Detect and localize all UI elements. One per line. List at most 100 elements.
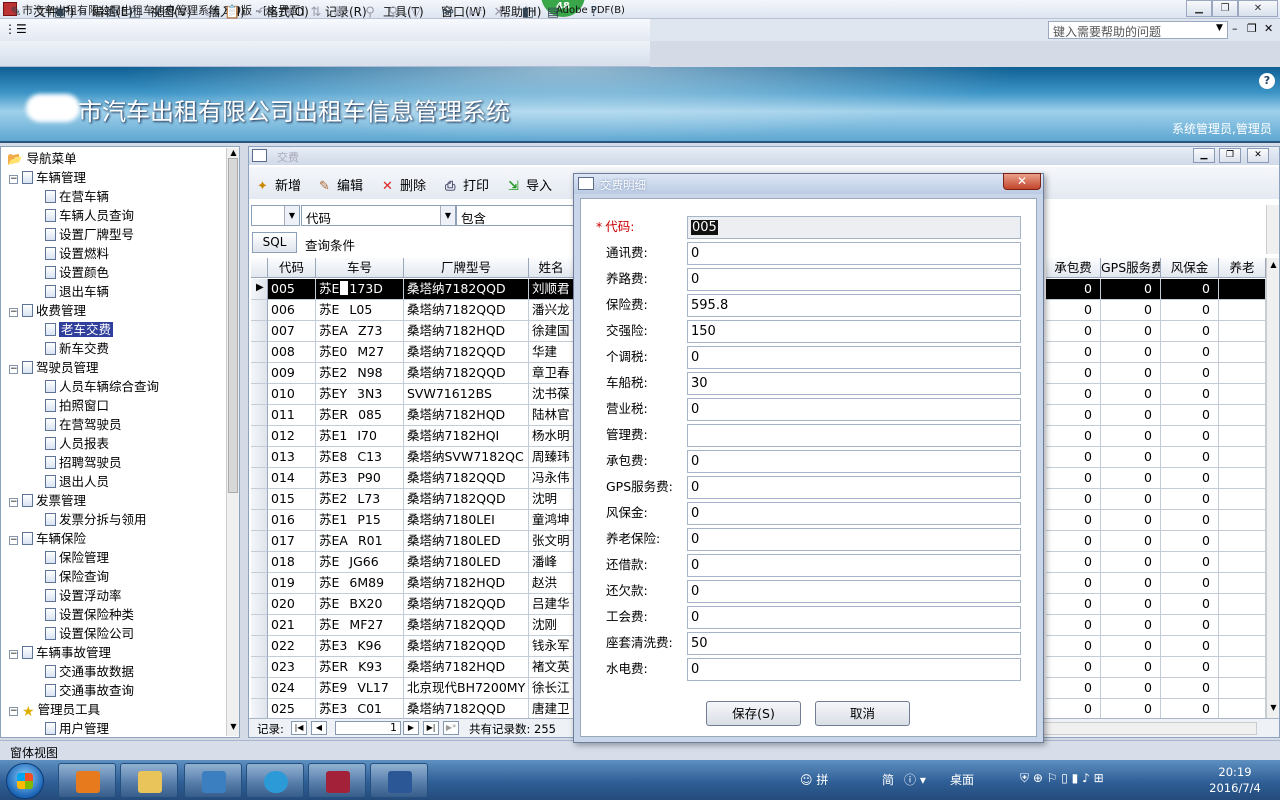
cell-fee[interactable] <box>1219 468 1266 489</box>
cell-name[interactable]: 赵洪 <box>529 573 574 594</box>
nav-root[interactable]: 📂 导航菜单 <box>7 149 77 168</box>
new-record-nav-icon[interactable]: ▶* <box>443 721 459 735</box>
cell-name[interactable]: 潘兴龙 <box>529 300 574 321</box>
ime-help-icon[interactable]: ⓘ ▾ <box>904 771 926 788</box>
new-record-icon[interactable]: ▸* <box>468 5 484 21</box>
sort-descending-icon[interactable]: ⇵ <box>331 5 347 21</box>
cell-code[interactable]: 005 <box>268 279 316 300</box>
cell-model[interactable]: 桑塔纳7182QQD <box>404 489 529 510</box>
cell-fee[interactable]: 0 <box>1101 468 1161 489</box>
cell-fee[interactable]: 0 <box>1161 342 1219 363</box>
cell-model[interactable]: 桑塔纳7182QQD <box>404 594 529 615</box>
cell-fee[interactable] <box>1219 636 1266 657</box>
cell-fee[interactable] <box>1219 615 1266 636</box>
field-input[interactable]: 0 <box>687 268 1021 291</box>
delete-button[interactable]: ✕ 删除 <box>382 175 426 194</box>
taskbar-word[interactable] <box>370 763 428 798</box>
cell-model[interactable]: 桑塔纳7182QQD <box>404 300 529 321</box>
cell-fee[interactable]: 0 <box>1046 594 1101 615</box>
save-button[interactable]: 保存(S) <box>706 701 801 726</box>
cell-fee[interactable]: 0 <box>1101 384 1161 405</box>
cell-fee[interactable]: 0 <box>1161 594 1219 615</box>
cell-fee[interactable]: 0 <box>1161 657 1219 678</box>
cell-fee[interactable]: 0 <box>1046 489 1101 510</box>
cell-plate[interactable]: 苏EA R01 <box>316 531 404 552</box>
cell-model[interactable]: 桑塔纳7182QQD <box>404 468 529 489</box>
collapse-icon[interactable]: − <box>9 536 18 545</box>
cell-name[interactable]: 童鸿坤 <box>529 510 574 531</box>
nav-item[interactable]: 车辆人员查询 <box>45 206 134 225</box>
cell-plate[interactable]: 苏E 173D <box>316 279 404 300</box>
cell-fee[interactable] <box>1219 279 1266 300</box>
find-icon[interactable]: ⚯ <box>440 5 456 21</box>
cell-fee[interactable] <box>1219 447 1266 468</box>
taskbar-explorer[interactable] <box>120 763 178 798</box>
collapse-icon[interactable]: − <box>9 308 18 317</box>
cell-fee[interactable]: 0 <box>1046 384 1101 405</box>
cell-fee[interactable]: 0 <box>1046 363 1101 384</box>
cell-plate[interactable]: 苏E3 C01 <box>316 699 404 718</box>
nav-item[interactable]: 人员报表 <box>45 434 109 453</box>
row-selector[interactable] <box>251 594 268 615</box>
cell-model[interactable]: 北京现代BH7200MY <box>404 678 529 699</box>
cell-model[interactable]: 桑塔纳7182QQD <box>404 636 529 657</box>
nav-item[interactable]: 用户管理 <box>45 719 109 737</box>
cell-name[interactable]: 周臻玮 <box>529 447 574 468</box>
nav-item[interactable]: 交通事故数据 <box>45 662 134 681</box>
filter-form-icon[interactable]: ⚲ <box>385 5 401 21</box>
nav-item[interactable]: 保险查询 <box>45 567 109 586</box>
row-selector[interactable] <box>251 489 268 510</box>
scroll-up-icon[interactable]: ▲ <box>1268 260 1279 269</box>
scroll-down-icon[interactable]: ▼ <box>1268 703 1279 712</box>
nav-group[interactable]: − 发票管理 <box>9 491 86 510</box>
cell-name[interactable]: 杨水明 <box>529 426 574 447</box>
cell-plate[interactable]: 苏E1 P15 <box>316 510 404 531</box>
cell-name[interactable]: 吕建华 <box>529 594 574 615</box>
cell-fee[interactable]: 0 <box>1046 405 1101 426</box>
cell-fee[interactable]: 0 <box>1101 510 1161 531</box>
nav-item[interactable]: 招聘驾驶员 <box>45 453 122 472</box>
nav-item[interactable]: 设置浮动率 <box>45 586 122 605</box>
ime-mode[interactable]: 简 <box>882 771 894 788</box>
collapse-icon[interactable]: − <box>9 498 18 507</box>
cell-fee[interactable]: 0 <box>1161 636 1219 657</box>
desktop-toolbar[interactable]: 桌面 <box>950 771 974 788</box>
column-header[interactable]: 车号 <box>316 258 404 278</box>
cell-code[interactable]: 021 <box>268 615 316 636</box>
cell-model[interactable]: 桑塔纳7182HQD <box>404 405 529 426</box>
cell-model[interactable]: 桑塔纳7182HQD <box>404 657 529 678</box>
database-window-icon[interactable]: ◧ <box>520 5 536 21</box>
field-input[interactable]: 0 <box>687 242 1021 265</box>
cell-fee[interactable]: 0 <box>1161 510 1219 531</box>
nav-item[interactable]: 设置保险公司 <box>45 624 134 643</box>
dialog-close-icon[interactable]: ✕ <box>1003 173 1041 190</box>
cell-plate[interactable]: 苏E JG66 <box>316 552 404 573</box>
doc-minimize-icon[interactable]: – <box>1232 22 1238 35</box>
cell-code[interactable]: 009 <box>268 363 316 384</box>
cell-code[interactable]: 016 <box>268 510 316 531</box>
cell-model[interactable]: 桑塔纳7180LED <box>404 552 529 573</box>
row-selector[interactable] <box>251 447 268 468</box>
field-input[interactable] <box>687 424 1021 447</box>
cell-fee[interactable] <box>1219 699 1266 718</box>
field-input[interactable]: 0 <box>687 476 1021 499</box>
undo-icon[interactable]: ↶ <box>254 5 270 21</box>
nav-item[interactable]: 设置颜色 <box>45 263 109 282</box>
cell-fee[interactable]: 0 <box>1101 321 1161 342</box>
cell-model[interactable]: 桑塔纳7180LED <box>404 531 529 552</box>
cell-fee[interactable]: 0 <box>1161 531 1219 552</box>
row-selector[interactable] <box>251 657 268 678</box>
cell-fee[interactable]: 0 <box>1101 426 1161 447</box>
field-input[interactable]: 005 <box>687 216 1021 239</box>
delete-record-icon[interactable]: ✕ <box>491 5 507 21</box>
field-input[interactable]: 0 <box>687 658 1021 681</box>
cell-name[interactable]: 徐建国 <box>529 321 574 342</box>
column-header[interactable]: 承包费 <box>1046 258 1101 278</box>
cell-fee[interactable]: 0 <box>1101 636 1161 657</box>
cell-name[interactable]: 钱永军 <box>529 636 574 657</box>
nav-group[interactable]: − ★ 管理员工具 <box>9 700 100 720</box>
cell-fee[interactable]: 0 <box>1101 552 1161 573</box>
cell-fee[interactable] <box>1219 342 1266 363</box>
spelling-icon[interactable]: ✓ <box>150 5 166 21</box>
cell-name[interactable]: 沈书葆 <box>529 384 574 405</box>
